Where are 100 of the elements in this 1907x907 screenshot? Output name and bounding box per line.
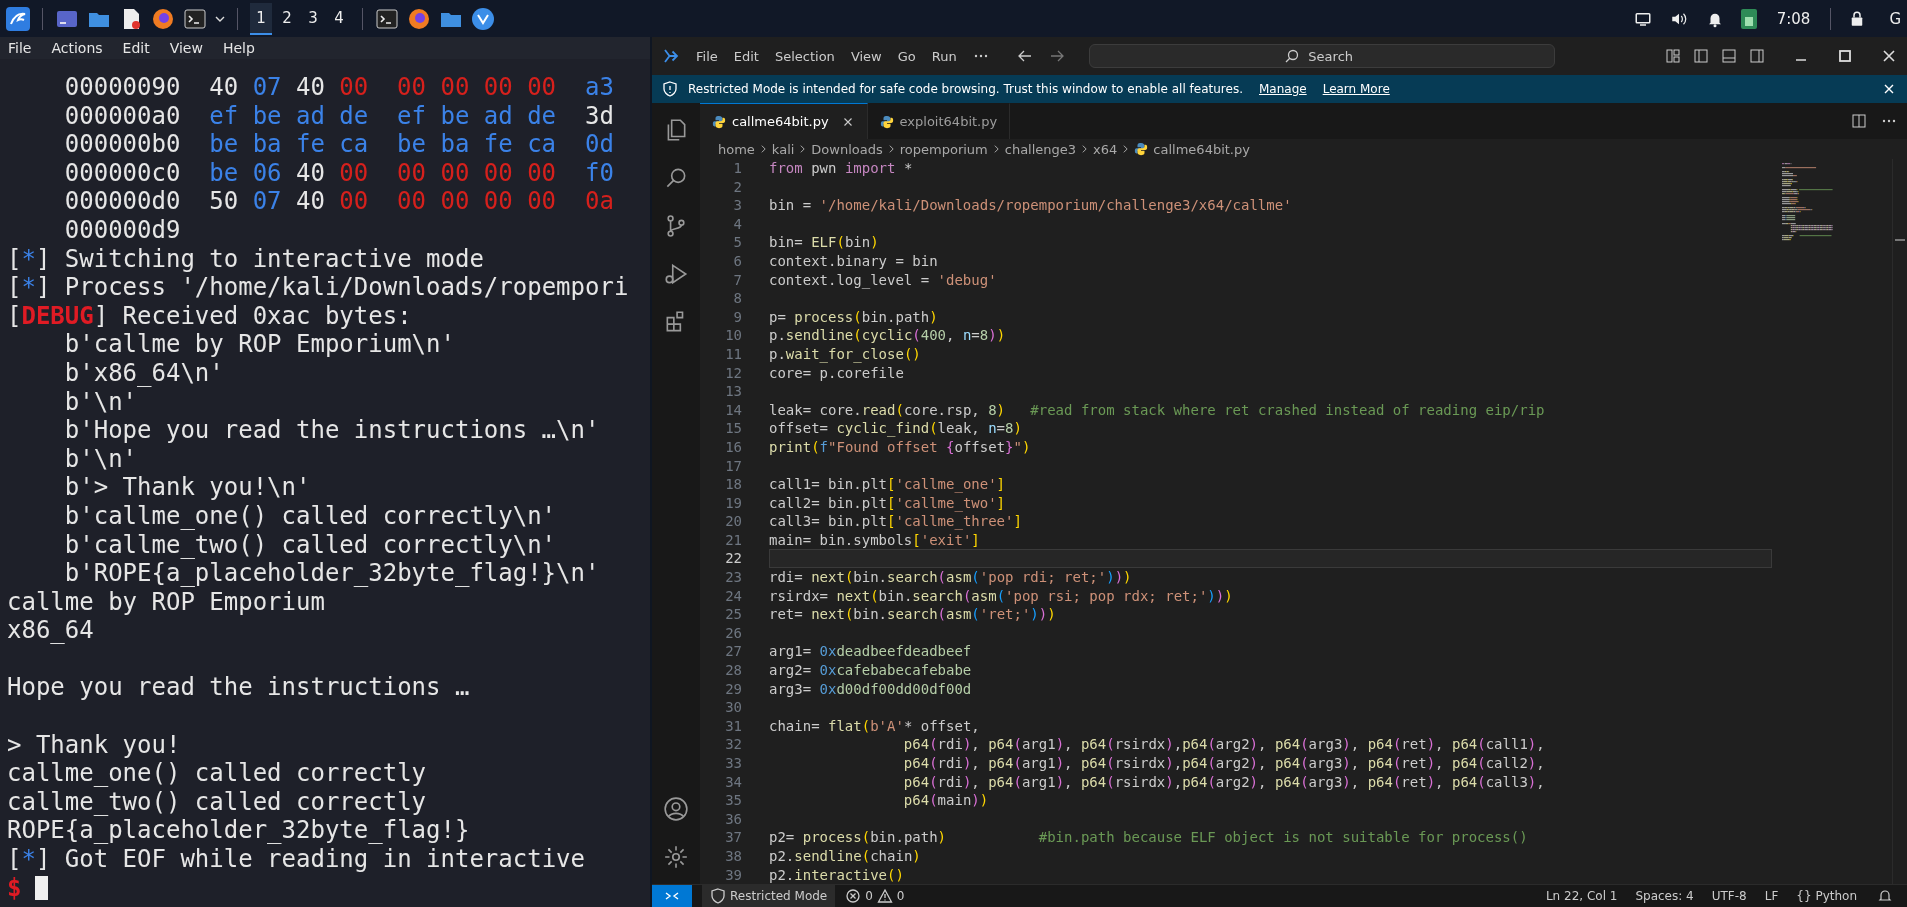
chevron-icon xyxy=(1122,144,1130,154)
sidebar-toggle-icon[interactable] xyxy=(1749,48,1765,64)
editor-tab[interactable]: exploit64bit.py xyxy=(867,103,1011,139)
code-line: p.sendline(cyclic(400, n=8)) xyxy=(769,326,1007,345)
line-number: 28 xyxy=(724,661,742,680)
back-arrow-icon[interactable] xyxy=(1016,48,1033,64)
restricted-mode-button[interactable]: Restricted Mode xyxy=(702,885,836,907)
scrollbar[interactable] xyxy=(1892,159,1907,884)
menu-item[interactable]: View xyxy=(850,48,882,64)
forward-arrow-icon[interactable] xyxy=(1048,48,1065,64)
terminal-line: [*] Got EOF while reading in interactive xyxy=(7,845,586,874)
layout-icon[interactable] xyxy=(1665,48,1681,64)
line-number: 12 xyxy=(724,363,742,383)
line-number: 26 xyxy=(724,623,742,643)
editor-tab[interactable]: callme64bit.py xyxy=(700,103,868,139)
terminal-line: [DEBUG] Received 0xac bytes: xyxy=(7,301,413,331)
code-line: p64(main)) xyxy=(902,791,990,810)
breadcrumb-item[interactable]: x64 xyxy=(1093,141,1118,157)
code-line: main= bin.symbols['exit'] xyxy=(769,530,981,550)
sidebar-toggle-icon[interactable] xyxy=(1693,48,1709,64)
menu-item[interactable]: Run xyxy=(931,48,957,64)
line-number: 3 xyxy=(732,196,742,215)
banner-link[interactable]: Learn More xyxy=(1322,82,1390,96)
edge-label[interactable]: G xyxy=(1889,9,1901,28)
line-number: 19 xyxy=(724,493,742,513)
status-item[interactable]: Ln 22, Col 1 xyxy=(1545,889,1618,903)
line-number: 13 xyxy=(724,382,742,401)
hex-dump-row-text: 000000c0 be 06 40 00 00 00 00 00 f0 xyxy=(63,158,615,188)
terminal-line: > Thank you! xyxy=(7,730,182,760)
line-number: 33 xyxy=(724,754,742,773)
settings-icon[interactable] xyxy=(663,844,689,870)
problems-button[interactable]: 0 0 xyxy=(845,888,905,904)
chevron-icon xyxy=(887,144,895,154)
line-number: 10 xyxy=(724,326,742,345)
status-item[interactable]: Spaces: 4 xyxy=(1635,889,1694,903)
run-debug-icon[interactable] xyxy=(663,261,689,287)
terminal-line: [*] Process '/home/kali/Downloads/ropempori xyxy=(7,273,630,302)
python-file-icon xyxy=(712,114,726,129)
menu-item[interactable]: Edit xyxy=(733,48,759,64)
code-line: bin= ELF(bin) xyxy=(769,233,880,252)
breadcrumb-item[interactable]: kali xyxy=(771,141,795,157)
caret-icon[interactable] xyxy=(215,15,225,22)
browser-icon[interactable] xyxy=(151,6,175,31)
breadcrumb-item[interactable]: ropemporium xyxy=(899,141,988,157)
clock-label[interactable]: 7:08 xyxy=(1776,9,1811,28)
menu-item[interactable]: Go xyxy=(897,48,916,64)
line-number: 4 xyxy=(732,214,742,234)
workspace-tab[interactable]: 1 xyxy=(250,2,272,35)
status-item[interactable]: LF xyxy=(1764,889,1779,903)
terminal-line: b'x86_64\n' xyxy=(63,358,225,388)
banner-link[interactable]: Manage xyxy=(1259,82,1307,96)
terminal-line: callme_two() called correctly xyxy=(7,787,428,817)
code-line: leak= core.read(core.rsp, 8) #read from stack where ret crashed instead of reading eip/rip xyxy=(769,400,1546,420)
warning-icon xyxy=(876,888,893,904)
workspace-tab[interactable]: 4 xyxy=(328,2,350,35)
workspace-tab[interactable]: 3 xyxy=(302,2,324,35)
line-number: 30 xyxy=(724,698,742,717)
browser-icon[interactable] xyxy=(407,6,431,31)
code-line: arg3= 0xd00df00dd00df00d xyxy=(769,679,973,699)
terminal-icon[interactable] xyxy=(183,6,207,31)
terminal-line: b'Hope you read the instructions …\n' xyxy=(63,416,601,445)
app-icon[interactable] xyxy=(471,6,495,31)
line-number: 15 xyxy=(724,419,742,438)
breadcrumb-item[interactable]: Downloads xyxy=(811,141,883,157)
menu-item[interactable]: Edit xyxy=(122,40,150,56)
code-line: p= process(bin.path) xyxy=(769,307,939,327)
app-menu-icon[interactable] xyxy=(6,6,30,31)
menu-item[interactable]: Selection xyxy=(774,48,835,64)
bell-icon[interactable] xyxy=(1877,888,1893,904)
app-logo-icon[interactable] xyxy=(662,47,680,65)
close-icon[interactable] xyxy=(1881,48,1897,64)
status-item[interactable]: UTF-8 xyxy=(1711,889,1747,903)
search-field[interactable]: Search xyxy=(1088,44,1555,68)
menu-item[interactable]: File xyxy=(696,48,718,64)
account-icon[interactable] xyxy=(663,796,689,822)
remote-icon[interactable] xyxy=(652,885,692,907)
line-number: 39 xyxy=(724,865,742,885)
panel-toggle-icon[interactable] xyxy=(1721,48,1737,64)
line-number: 7 xyxy=(732,270,742,290)
line-number: 25 xyxy=(724,605,742,624)
status-item[interactable]: {} Python xyxy=(1796,889,1857,903)
breadcrumb-item[interactable]: callme64bit.py xyxy=(1153,141,1250,157)
chevron-icon xyxy=(759,144,767,154)
chevron-icon xyxy=(1081,144,1089,154)
maximize-icon[interactable] xyxy=(1837,48,1853,64)
menu-item[interactable]: Help xyxy=(222,40,255,56)
breadcrumb-item[interactable]: challenge3 xyxy=(1004,141,1077,157)
split-editor-icon[interactable] xyxy=(1851,113,1867,129)
workspace-tab[interactable]: 2 xyxy=(276,2,298,35)
line-number: 24 xyxy=(724,586,742,606)
menu-item[interactable]: View xyxy=(169,40,203,56)
menu-item[interactable]: Actions xyxy=(51,40,103,56)
menu-item[interactable]: File xyxy=(8,40,32,56)
code-line: call3= bin.plt['callme_three'] xyxy=(769,512,1023,531)
terminal-icon[interactable] xyxy=(375,6,399,31)
line-number: 31 xyxy=(724,716,742,736)
line-number: 21 xyxy=(724,530,742,550)
breadcrumb-item[interactable]: home xyxy=(718,141,755,157)
line-number: 14 xyxy=(724,400,742,420)
chevron-icon xyxy=(992,144,1000,154)
